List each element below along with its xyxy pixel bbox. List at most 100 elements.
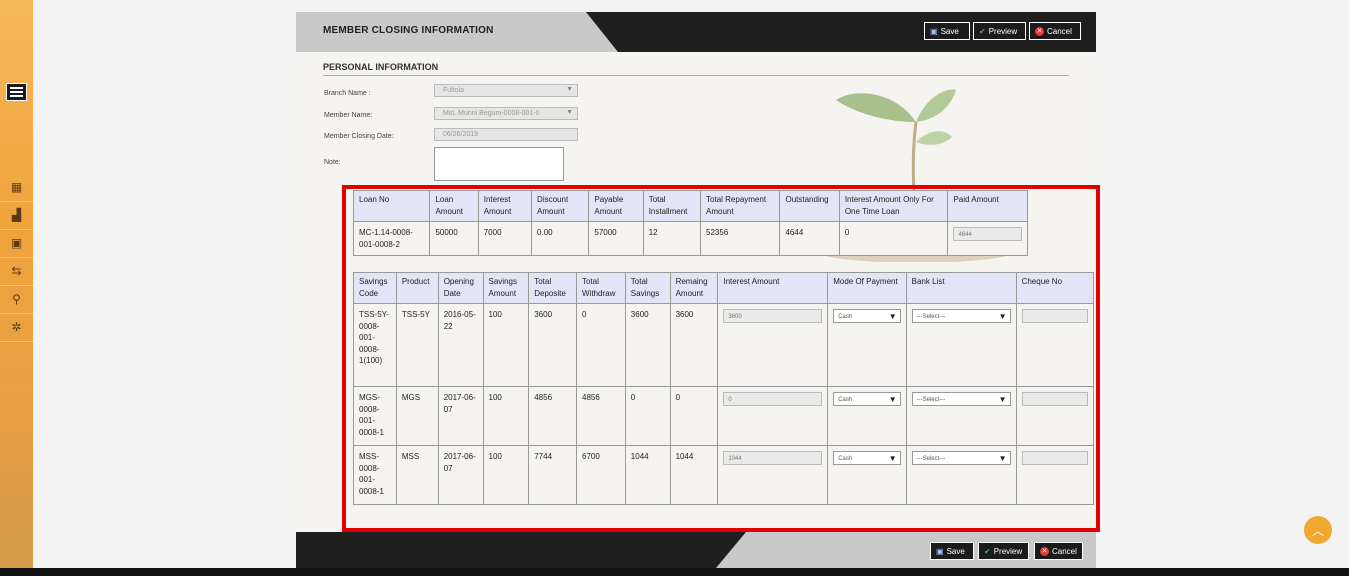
save-button[interactable]: ▣ Save	[924, 22, 970, 40]
check-icon: ✔	[984, 546, 991, 556]
bottom-bar	[0, 568, 1349, 576]
savings-col-header: Total Savings	[624, 272, 671, 304]
savings-col-header: Mode Of Payment	[827, 272, 907, 304]
savings-col-header: Bank List	[905, 272, 1017, 304]
loan-col-header: Interest Amount Only For One Time Loan	[838, 190, 949, 222]
table-row: MC-1.14-0008-001-0008-2 50000 7000 0.00 …	[352, 221, 1028, 256]
chevron-down-icon: ▼	[566, 86, 573, 93]
page-title: MEMBER CLOSING INFORMATION	[323, 25, 494, 36]
member-select[interactable]: Mst. Munni Begum-0008-001-0 ▼	[434, 107, 578, 120]
loan-header-row: Loan No Loan Amount Interest Amount Disc…	[352, 190, 1028, 222]
cheque-no-field[interactable]	[1021, 309, 1088, 323]
cancel-icon: ✕	[1035, 26, 1044, 36]
loan-col-header: Discount Amount	[531, 190, 590, 222]
bank-list-select[interactable]: ---Select--- ▼	[911, 451, 1011, 465]
table-row: TSS-5Y-0008-001-0008-1(100) TSS-5Y 2016-…	[353, 303, 1095, 387]
chevron-down-icon: ▼	[888, 454, 897, 463]
savings-col-header: Remaing Amount	[669, 272, 719, 304]
member-label: Member Name:	[324, 112, 373, 119]
opening-date: 2017-06-07	[437, 445, 484, 505]
settings-icon[interactable]: ✲	[0, 313, 33, 342]
chart-icon[interactable]: ▟	[0, 201, 33, 230]
loan-col-header: Total Repayment Amount	[700, 190, 781, 222]
mode-of-payment-select[interactable]: Cash ▼	[833, 309, 901, 323]
chevron-down-icon: ▼	[888, 395, 897, 404]
chevron-down-icon: ▼	[998, 454, 1007, 463]
total-withdraw: 0	[576, 303, 626, 387]
savings-code: TSS-5Y-0008-001-0008-1(100)	[353, 303, 397, 387]
total-savings: 0	[624, 386, 671, 446]
preview-button[interactable]: ✔ Preview	[973, 22, 1026, 40]
bank-list-select[interactable]: ---Select--- ▼	[911, 309, 1011, 323]
table-row: MGS-0008-001-0008-1 MGS 2017-06-07 100 4…	[353, 386, 1095, 446]
savings-col-header: Cheque No	[1015, 272, 1095, 304]
interest-amount-field[interactable]: 3600	[723, 309, 823, 323]
loan-no: MC-1.14-0008-001-0008-2	[352, 221, 431, 256]
savings-amount: 100	[482, 303, 530, 387]
cancel-icon: ✕	[1040, 546, 1049, 556]
savings-amount: 100	[482, 386, 530, 446]
savings-table: Savings Code Product Opening Date Saving…	[353, 272, 1095, 505]
building-icon[interactable]: ▦	[0, 173, 33, 202]
savings-col-header: Savings Amount	[482, 272, 530, 304]
savings-col-header: Opening Date	[437, 272, 484, 304]
closing-date-field[interactable]: 06/26/2019	[434, 128, 578, 141]
paid-amount-field[interactable]: 4644	[953, 227, 1022, 241]
loan-table: Loan No Loan Amount Interest Amount Disc…	[352, 190, 1028, 256]
savings-col-header: Total Withdraw	[576, 272, 626, 304]
savings-header-row: Savings Code Product Opening Date Saving…	[353, 272, 1095, 304]
mode-of-payment-select[interactable]: Cash ▼	[833, 392, 901, 406]
section-divider	[323, 75, 1069, 76]
mode-of-payment-select[interactable]: Cash ▼	[833, 451, 901, 465]
discount-amount: 0.00	[531, 221, 590, 256]
loan-amount: 50000	[429, 221, 479, 256]
branch-label: Branch Name :	[324, 90, 371, 97]
chevron-up-icon: ︿	[1311, 523, 1324, 538]
bank-list-select[interactable]: ---Select--- ▼	[911, 392, 1011, 406]
total-withdraw: 4856	[576, 386, 626, 446]
transfer-icon[interactable]: ⇆	[0, 257, 33, 286]
total-repayment: 52356	[700, 221, 781, 256]
footer-cancel-button[interactable]: ✕ Cancel	[1034, 542, 1083, 560]
interest-amount-field[interactable]: 0	[723, 392, 823, 406]
loan-col-header: Total Installment	[642, 190, 702, 222]
menu-icon[interactable]	[6, 83, 27, 101]
briefcase-icon[interactable]: ▣	[0, 229, 33, 258]
total-savings: 3600	[624, 303, 671, 387]
cheque-no-field[interactable]	[1021, 392, 1088, 406]
total-deposit: 4856	[528, 386, 577, 446]
total-installment: 12	[642, 221, 702, 256]
savings-code: MGS-0008-001-0008-1	[353, 386, 397, 446]
footer-preview-button[interactable]: ✔ Preview	[978, 542, 1029, 560]
total-withdraw: 6700	[576, 445, 626, 505]
remaining-amount: 3600	[669, 303, 719, 387]
section-title: PERSONAL INFORMATION	[323, 62, 439, 72]
interest-amount-field[interactable]: 1044	[723, 451, 823, 465]
chevron-down-icon: ▼	[998, 312, 1007, 321]
one-time-interest: 0	[838, 221, 949, 256]
search-icon[interactable]: ⚲	[0, 285, 33, 314]
loan-col-header: Payable Amount	[588, 190, 644, 222]
savings-col-header: Total Deposite	[528, 272, 577, 304]
total-deposit: 3600	[528, 303, 577, 387]
note-textarea[interactable]	[434, 147, 564, 181]
savings-code: MSS-0008-001-0008-1	[353, 445, 397, 505]
footer-save-button[interactable]: ▣ Save	[930, 542, 974, 560]
product: TSS-5Y	[395, 303, 439, 387]
cancel-button[interactable]: ✕ Cancel	[1029, 22, 1081, 40]
panel-footer: ▣ Save ✔ Preview ✕ Cancel	[296, 532, 1096, 568]
payable-amount: 57000	[588, 221, 644, 256]
cheque-no-field[interactable]	[1021, 451, 1088, 465]
savings-col-header: Savings Code	[353, 272, 397, 304]
closing-date-label: Member Closing Date:	[324, 133, 394, 140]
savings-col-header: Interest Amount	[717, 272, 829, 304]
check-icon: ✔	[979, 26, 986, 36]
outstanding: 4644	[779, 221, 840, 256]
loan-col-header: Outstanding	[779, 190, 840, 222]
chevron-down-icon: ▼	[998, 395, 1007, 404]
save-icon: ▣	[930, 26, 938, 36]
total-deposit: 7744	[528, 445, 577, 505]
scroll-top-button[interactable]: ︿	[1304, 516, 1332, 544]
panel-header: MEMBER CLOSING INFORMATION ▣ Save ✔ Prev…	[296, 12, 1096, 52]
branch-select[interactable]: Fultola ▼	[434, 84, 578, 97]
